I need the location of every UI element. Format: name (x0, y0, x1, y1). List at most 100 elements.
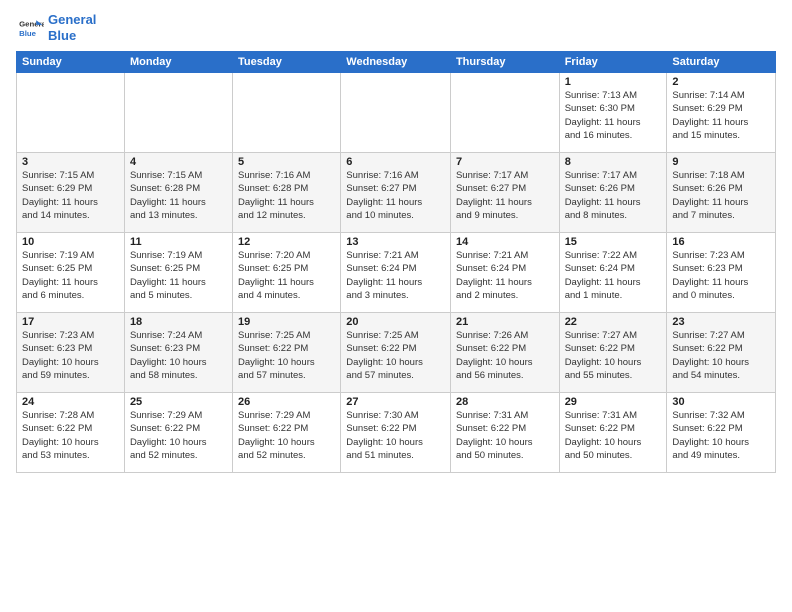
day-cell: 24Sunrise: 7:28 AM Sunset: 6:22 PM Dayli… (17, 393, 125, 473)
col-header-saturday: Saturday (667, 52, 776, 73)
logo: General Blue GeneralBlue (16, 12, 96, 43)
day-cell: 20Sunrise: 7:25 AM Sunset: 6:22 PM Dayli… (341, 313, 451, 393)
day-cell: 18Sunrise: 7:24 AM Sunset: 6:23 PM Dayli… (124, 313, 232, 393)
day-info: Sunrise: 7:21 AM Sunset: 6:24 PM Dayligh… (456, 249, 554, 302)
day-number: 22 (565, 316, 662, 328)
day-cell: 16Sunrise: 7:23 AM Sunset: 6:23 PM Dayli… (667, 233, 776, 313)
day-info: Sunrise: 7:31 AM Sunset: 6:22 PM Dayligh… (456, 409, 554, 462)
day-cell (233, 73, 341, 153)
day-number: 27 (346, 396, 445, 408)
day-cell (17, 73, 125, 153)
day-cell: 14Sunrise: 7:21 AM Sunset: 6:24 PM Dayli… (450, 233, 559, 313)
day-cell (124, 73, 232, 153)
day-info: Sunrise: 7:31 AM Sunset: 6:22 PM Dayligh… (565, 409, 662, 462)
col-header-friday: Friday (559, 52, 667, 73)
day-cell: 10Sunrise: 7:19 AM Sunset: 6:25 PM Dayli… (17, 233, 125, 313)
day-info: Sunrise: 7:19 AM Sunset: 6:25 PM Dayligh… (22, 249, 119, 302)
day-number: 1 (565, 76, 662, 88)
day-info: Sunrise: 7:26 AM Sunset: 6:22 PM Dayligh… (456, 329, 554, 382)
day-info: Sunrise: 7:15 AM Sunset: 6:29 PM Dayligh… (22, 169, 119, 222)
day-info: Sunrise: 7:17 AM Sunset: 6:26 PM Dayligh… (565, 169, 662, 222)
page-header: General Blue GeneralBlue (16, 12, 776, 43)
logo-text: GeneralBlue (48, 12, 96, 43)
day-info: Sunrise: 7:16 AM Sunset: 6:27 PM Dayligh… (346, 169, 445, 222)
day-info: Sunrise: 7:24 AM Sunset: 6:23 PM Dayligh… (130, 329, 227, 382)
day-number: 30 (672, 396, 770, 408)
day-number: 16 (672, 236, 770, 248)
day-info: Sunrise: 7:29 AM Sunset: 6:22 PM Dayligh… (238, 409, 335, 462)
day-cell: 23Sunrise: 7:27 AM Sunset: 6:22 PM Dayli… (667, 313, 776, 393)
week-row-1: 3Sunrise: 7:15 AM Sunset: 6:29 PM Daylig… (17, 153, 776, 233)
col-header-sunday: Sunday (17, 52, 125, 73)
week-row-4: 24Sunrise: 7:28 AM Sunset: 6:22 PM Dayli… (17, 393, 776, 473)
week-row-0: 1Sunrise: 7:13 AM Sunset: 6:30 PM Daylig… (17, 73, 776, 153)
day-info: Sunrise: 7:25 AM Sunset: 6:22 PM Dayligh… (238, 329, 335, 382)
day-info: Sunrise: 7:32 AM Sunset: 6:22 PM Dayligh… (672, 409, 770, 462)
day-cell: 3Sunrise: 7:15 AM Sunset: 6:29 PM Daylig… (17, 153, 125, 233)
svg-text:Blue: Blue (19, 28, 37, 37)
day-cell: 5Sunrise: 7:16 AM Sunset: 6:28 PM Daylig… (233, 153, 341, 233)
day-number: 29 (565, 396, 662, 408)
day-number: 12 (238, 236, 335, 248)
day-info: Sunrise: 7:23 AM Sunset: 6:23 PM Dayligh… (672, 249, 770, 302)
day-cell: 7Sunrise: 7:17 AM Sunset: 6:27 PM Daylig… (450, 153, 559, 233)
day-info: Sunrise: 7:19 AM Sunset: 6:25 PM Dayligh… (130, 249, 227, 302)
day-number: 8 (565, 156, 662, 168)
day-info: Sunrise: 7:23 AM Sunset: 6:23 PM Dayligh… (22, 329, 119, 382)
day-number: 24 (22, 396, 119, 408)
day-info: Sunrise: 7:16 AM Sunset: 6:28 PM Dayligh… (238, 169, 335, 222)
day-number: 9 (672, 156, 770, 168)
day-number: 7 (456, 156, 554, 168)
day-cell: 2Sunrise: 7:14 AM Sunset: 6:29 PM Daylig… (667, 73, 776, 153)
day-info: Sunrise: 7:30 AM Sunset: 6:22 PM Dayligh… (346, 409, 445, 462)
day-number: 26 (238, 396, 335, 408)
day-cell: 9Sunrise: 7:18 AM Sunset: 6:26 PM Daylig… (667, 153, 776, 233)
day-cell: 29Sunrise: 7:31 AM Sunset: 6:22 PM Dayli… (559, 393, 667, 473)
col-header-thursday: Thursday (450, 52, 559, 73)
day-info: Sunrise: 7:18 AM Sunset: 6:26 PM Dayligh… (672, 169, 770, 222)
day-number: 20 (346, 316, 445, 328)
day-number: 23 (672, 316, 770, 328)
day-cell: 15Sunrise: 7:22 AM Sunset: 6:24 PM Dayli… (559, 233, 667, 313)
day-cell: 25Sunrise: 7:29 AM Sunset: 6:22 PM Dayli… (124, 393, 232, 473)
day-info: Sunrise: 7:27 AM Sunset: 6:22 PM Dayligh… (672, 329, 770, 382)
col-header-wednesday: Wednesday (341, 52, 451, 73)
calendar-table: SundayMondayTuesdayWednesdayThursdayFrid… (16, 51, 776, 473)
logo-icon: General Blue (16, 14, 44, 42)
day-cell: 13Sunrise: 7:21 AM Sunset: 6:24 PM Dayli… (341, 233, 451, 313)
day-number: 4 (130, 156, 227, 168)
day-info: Sunrise: 7:13 AM Sunset: 6:30 PM Dayligh… (565, 89, 662, 142)
col-header-monday: Monday (124, 52, 232, 73)
day-cell: 4Sunrise: 7:15 AM Sunset: 6:28 PM Daylig… (124, 153, 232, 233)
day-number: 28 (456, 396, 554, 408)
day-number: 14 (456, 236, 554, 248)
day-info: Sunrise: 7:28 AM Sunset: 6:22 PM Dayligh… (22, 409, 119, 462)
day-number: 21 (456, 316, 554, 328)
day-info: Sunrise: 7:20 AM Sunset: 6:25 PM Dayligh… (238, 249, 335, 302)
day-info: Sunrise: 7:14 AM Sunset: 6:29 PM Dayligh… (672, 89, 770, 142)
day-info: Sunrise: 7:17 AM Sunset: 6:27 PM Dayligh… (456, 169, 554, 222)
week-row-2: 10Sunrise: 7:19 AM Sunset: 6:25 PM Dayli… (17, 233, 776, 313)
week-row-3: 17Sunrise: 7:23 AM Sunset: 6:23 PM Dayli… (17, 313, 776, 393)
day-cell: 11Sunrise: 7:19 AM Sunset: 6:25 PM Dayli… (124, 233, 232, 313)
day-number: 15 (565, 236, 662, 248)
day-info: Sunrise: 7:29 AM Sunset: 6:22 PM Dayligh… (130, 409, 227, 462)
day-number: 18 (130, 316, 227, 328)
day-info: Sunrise: 7:25 AM Sunset: 6:22 PM Dayligh… (346, 329, 445, 382)
day-number: 25 (130, 396, 227, 408)
day-cell (341, 73, 451, 153)
day-number: 10 (22, 236, 119, 248)
day-cell: 28Sunrise: 7:31 AM Sunset: 6:22 PM Dayli… (450, 393, 559, 473)
day-number: 3 (22, 156, 119, 168)
day-number: 2 (672, 76, 770, 88)
day-number: 13 (346, 236, 445, 248)
day-cell: 19Sunrise: 7:25 AM Sunset: 6:22 PM Dayli… (233, 313, 341, 393)
day-number: 6 (346, 156, 445, 168)
day-number: 5 (238, 156, 335, 168)
day-cell: 26Sunrise: 7:29 AM Sunset: 6:22 PM Dayli… (233, 393, 341, 473)
day-cell: 30Sunrise: 7:32 AM Sunset: 6:22 PM Dayli… (667, 393, 776, 473)
day-cell: 17Sunrise: 7:23 AM Sunset: 6:23 PM Dayli… (17, 313, 125, 393)
day-cell: 6Sunrise: 7:16 AM Sunset: 6:27 PM Daylig… (341, 153, 451, 233)
day-info: Sunrise: 7:21 AM Sunset: 6:24 PM Dayligh… (346, 249, 445, 302)
day-number: 19 (238, 316, 335, 328)
